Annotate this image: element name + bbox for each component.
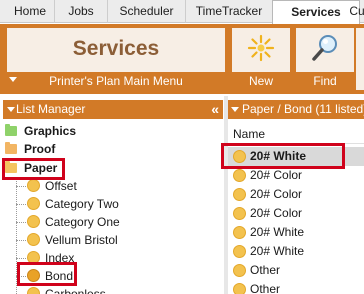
list-manager-header[interactable]: List Manager « — [3, 100, 223, 119]
tree-node-vellum-bristol[interactable]: Vellum Bristol — [27, 231, 207, 249]
tree-node-category-one[interactable]: Category One — [27, 213, 207, 231]
list-item-label: 20# White — [250, 244, 305, 258]
tree-connector — [16, 186, 26, 187]
tree-node-graphics[interactable]: Graphics — [5, 122, 205, 140]
folder-orange-icon — [5, 142, 17, 154]
item-dot-icon — [233, 188, 246, 201]
detail-header-label: Paper / Bond (11 listed) — [242, 102, 364, 116]
list-item[interactable]: 20# Color — [228, 204, 364, 223]
list-item-label: 20# Color — [250, 187, 303, 201]
tab-customers-partial[interactable]: Cu — [347, 0, 364, 23]
list-item-label: Other — [250, 263, 281, 277]
tree-node-proof[interactable]: Proof — [5, 140, 205, 158]
item-dot-icon — [233, 245, 246, 258]
item-dot-icon — [27, 197, 40, 210]
item-dot-icon — [27, 179, 40, 192]
item-dot-icon — [233, 283, 246, 294]
tab-jobs[interactable]: Jobs — [55, 0, 108, 23]
tree-node-label: Proof — [24, 142, 56, 156]
toolbar-overflow — [356, 28, 364, 90]
tree-connector — [16, 240, 26, 241]
page-title: Services — [72, 37, 160, 60]
highlight-bond — [17, 262, 77, 286]
chevron-down-icon — [231, 107, 239, 112]
list-manager-title: List Manager — [16, 102, 86, 116]
tree-node-category-two[interactable]: Category Two — [27, 195, 207, 213]
find-button[interactable]: Find — [296, 28, 354, 90]
item-dot-icon — [233, 264, 246, 277]
tree-node-label: Category Two — [45, 197, 119, 211]
tree-node-label: Category One — [45, 215, 120, 229]
folder-green-icon — [5, 124, 17, 136]
magnifier-icon — [312, 35, 337, 61]
item-dot-icon — [233, 226, 246, 239]
tree-connector — [16, 204, 26, 205]
tab-scheduler[interactable]: Scheduler — [108, 0, 186, 23]
highlight-20-white — [221, 143, 345, 169]
tab-timetracker[interactable]: TimeTracker — [186, 0, 272, 23]
list-item[interactable]: 20# White — [228, 242, 364, 261]
detail-header[interactable]: Paper / Bond (11 listed) — [228, 100, 364, 119]
sparkle-icon — [247, 34, 275, 62]
tree-node-label: Carbonless — [45, 287, 106, 294]
chevron-down-icon — [7, 107, 15, 112]
list-item[interactable]: Other — [228, 280, 364, 294]
list-item[interactable]: 20# White — [228, 223, 364, 242]
item-dot-icon — [27, 287, 40, 294]
main-menu-button[interactable]: Printer's Plan Main Menu — [7, 72, 225, 90]
tab-home[interactable]: Home — [6, 0, 55, 23]
item-dot-icon — [233, 169, 246, 182]
list-item-label: 20# Color — [250, 206, 303, 220]
new-button[interactable]: New — [232, 28, 290, 90]
list-item[interactable]: 20# Color — [228, 185, 364, 204]
item-dot-icon — [27, 233, 40, 246]
collapse-panel-icon[interactable]: « — [211, 101, 219, 117]
tree-node-label: Graphics — [24, 124, 77, 138]
find-button-label: Find — [296, 72, 354, 90]
list-item[interactable]: Other — [228, 261, 364, 280]
item-dot-icon — [27, 215, 40, 228]
tree-connector — [16, 222, 26, 223]
tree-connector — [16, 258, 26, 259]
ribbon-tab-bar: Home Jobs Scheduler TimeTracker Services… — [0, 0, 364, 24]
column-header-name[interactable]: Name — [228, 124, 364, 144]
tree-node-carbonless[interactable]: Carbonless — [27, 285, 207, 294]
highlight-paper — [2, 158, 65, 180]
list-item-label: Other — [250, 282, 281, 294]
list-item-label: 20# White — [250, 225, 305, 239]
tree-node-label: Vellum Bristol — [45, 233, 118, 247]
item-dot-icon — [233, 207, 246, 220]
new-button-label: New — [232, 72, 290, 90]
main-menu-label: Printer's Plan Main Menu — [49, 74, 183, 88]
title-panel: Services — [7, 28, 225, 72]
